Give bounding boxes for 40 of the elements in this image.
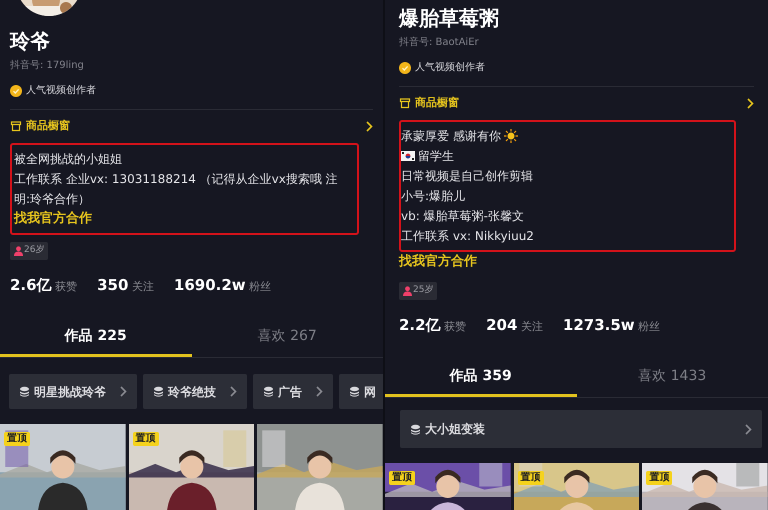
pinned-tag: 置顶 — [389, 471, 415, 485]
stat-text: 1690.2w 粉丝 — [174, 275, 272, 296]
shop-window-link[interactable]: 商品橱窗 — [26, 117, 70, 135]
pinned-tag: 置顶 — [646, 471, 672, 485]
collection-chip[interactable]: 大小姐变装 — [400, 410, 762, 448]
pinned-tag: 置顶 — [132, 432, 159, 446]
collection-chip[interactable]: 明星挑战玲爷 — [9, 374, 137, 409]
bio-line: 承蒙厚爱 感谢有你 — [401, 128, 501, 145]
bio-line: 小号:爆胎儿 — [401, 188, 466, 205]
profile-tab[interactable]: 作品 359 — [385, 365, 576, 397]
age-label: 25岁 — [413, 284, 434, 298]
age-label: 26岁 — [24, 244, 44, 258]
stat-text: 2.6亿 获赞 — [10, 275, 78, 296]
profile-tab[interactable]: 作品 225 — [0, 325, 192, 357]
pinned-tag: 置顶 — [518, 471, 544, 485]
cooperation-link[interactable]: 找我官方合作 — [399, 252, 754, 272]
stat-text: 1273.5w 粉丝 — [562, 315, 660, 336]
collection-chip[interactable]: 网 — [339, 374, 383, 409]
shop-window-link[interactable]: 商品橱窗 — [415, 94, 459, 112]
stat-text: 2.2亿 获赞 — [399, 315, 466, 336]
bio-line: 日常视频是自己创作剪辑 — [401, 168, 533, 185]
douyin-id: 抖音号: 179ling — [10, 58, 85, 73]
profile-tab[interactable]: 喜欢 1433 — [576, 365, 768, 397]
profile-name: 玲爷 — [10, 28, 51, 55]
cooperation-link[interactable]: 找我官方合作 — [14, 209, 343, 229]
profile-name: 爆胎草莓粥 — [399, 5, 500, 32]
bio-line: 被全网挑战的小姐姐 — [14, 151, 122, 168]
bio-line: 工作联系 企业vx: 13031188214 （记得从企业vx搜索哦 注明:玲爷合作） — [14, 171, 339, 208]
douyin-id: 抖音号: BaotAiEr — [399, 36, 480, 50]
creator-label: 人气视频创作者 — [26, 84, 96, 98]
bio-line: vb: 爆胎草莓粥-张馨文 — [401, 208, 524, 225]
creator-label: 人气视频创作者 — [415, 60, 485, 75]
collection-chip[interactable]: 广告 — [253, 374, 333, 409]
stat-text: 350 关注 — [97, 275, 154, 296]
collection-chip[interactable]: 玲爷绝技 — [143, 374, 247, 409]
bio-line: 工作联系 vx: Nikkyiuu2 — [401, 228, 534, 245]
profile-tab[interactable]: 喜欢 267 — [192, 325, 383, 357]
bio-line: 留学生 — [418, 148, 454, 165]
pinned-tag: 置顶 — [4, 432, 30, 446]
stat-text: 204 关注 — [486, 315, 543, 336]
